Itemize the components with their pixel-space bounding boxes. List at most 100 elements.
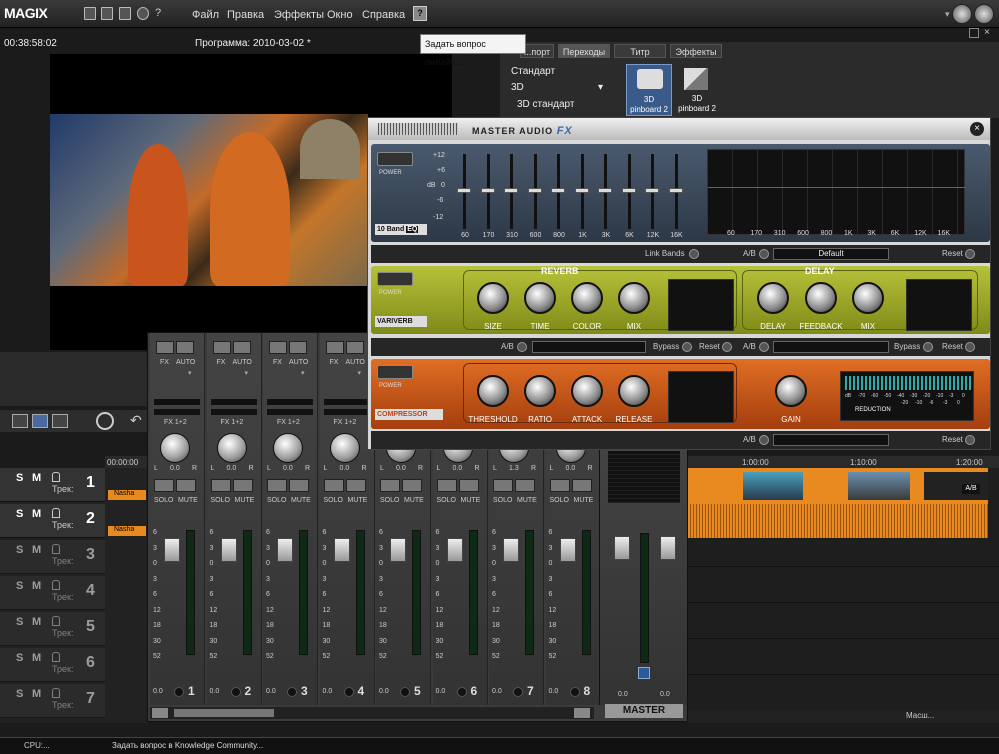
zoom-label[interactable]: Масш... bbox=[906, 711, 934, 720]
link-icon[interactable] bbox=[638, 667, 650, 679]
reset-button[interactable] bbox=[965, 342, 975, 352]
globe-icon[interactable] bbox=[952, 4, 972, 24]
track-header[interactable]: S M Трек: 5 bbox=[0, 612, 105, 646]
eq-band-slider[interactable] bbox=[621, 154, 636, 229]
track-header[interactable]: S M Трек: 3 bbox=[0, 540, 105, 574]
mute-button[interactable] bbox=[458, 479, 479, 492]
compressor-knob[interactable] bbox=[571, 375, 603, 407]
menu-window[interactable]: Окно bbox=[327, 9, 353, 21]
volume-fader[interactable] bbox=[277, 538, 293, 562]
mute-toggle[interactable]: M bbox=[32, 544, 41, 556]
lock-icon[interactable] bbox=[52, 508, 60, 518]
compressor-knob[interactable] bbox=[524, 375, 556, 407]
send-slot[interactable] bbox=[154, 399, 200, 405]
auto-slot[interactable] bbox=[289, 341, 307, 354]
send-slot[interactable] bbox=[154, 409, 200, 415]
solo-button[interactable] bbox=[267, 479, 287, 492]
compressor-knob[interactable] bbox=[618, 375, 650, 407]
record-button[interactable] bbox=[569, 687, 580, 697]
scroll-right-icon[interactable] bbox=[574, 708, 590, 718]
new-file-icon[interactable] bbox=[84, 7, 96, 20]
volume-fader[interactable] bbox=[220, 538, 237, 562]
save-icon[interactable] bbox=[119, 7, 131, 20]
solo-button[interactable] bbox=[154, 479, 174, 492]
record-button[interactable] bbox=[287, 687, 297, 697]
video-clip[interactable]: A/B bbox=[688, 468, 988, 504]
transition-tile-2[interactable]: 3D pinboard 2 bbox=[674, 64, 720, 116]
eq-band-slider[interactable] bbox=[480, 154, 495, 229]
track-header[interactable]: S M Трек: 7 bbox=[0, 684, 105, 718]
mute-toggle[interactable]: M bbox=[32, 580, 41, 592]
close-icon[interactable]: × bbox=[984, 27, 990, 38]
mixer-scrollbar[interactable] bbox=[150, 707, 594, 719]
open-file-icon[interactable] bbox=[101, 7, 113, 20]
eq-band-slider[interactable] bbox=[598, 154, 612, 229]
dropdown-icon[interactable]: ▾ bbox=[945, 9, 950, 20]
reel-icon[interactable] bbox=[96, 412, 114, 430]
delay-knob[interactable] bbox=[757, 282, 789, 314]
mute-toggle[interactable]: M bbox=[32, 616, 41, 628]
pan-knob[interactable] bbox=[329, 433, 360, 463]
clip-label[interactable]: Nasha bbox=[108, 526, 146, 536]
reset-button[interactable] bbox=[965, 435, 975, 445]
eq-slider-cap[interactable] bbox=[645, 188, 659, 193]
pan-knob[interactable] bbox=[273, 433, 303, 463]
menu-effects[interactable]: Эффекты bbox=[274, 9, 324, 21]
reverb-knob[interactable] bbox=[477, 282, 509, 314]
mute-button[interactable] bbox=[515, 479, 535, 492]
menu-help[interactable]: Справка bbox=[362, 9, 405, 21]
solo-button[interactable] bbox=[380, 479, 400, 492]
gain-knob[interactable] bbox=[775, 375, 807, 407]
undo-icon[interactable]: ↶ bbox=[130, 412, 142, 429]
record-button[interactable] bbox=[456, 687, 467, 697]
eq-slider-cap[interactable] bbox=[480, 188, 495, 193]
reset-button[interactable] bbox=[722, 342, 732, 352]
reverb-knob[interactable] bbox=[618, 282, 650, 314]
eq-band-slider[interactable] bbox=[645, 154, 659, 229]
eq-slider-cap[interactable] bbox=[457, 188, 471, 193]
mute-button[interactable] bbox=[232, 479, 253, 492]
solo-toggle[interactable]: S bbox=[16, 544, 23, 556]
mute-button[interactable] bbox=[402, 479, 422, 492]
send-slot[interactable] bbox=[210, 409, 257, 415]
transition-tile-1[interactable]: 3D pinboard 2 bbox=[626, 64, 672, 116]
fx-slot[interactable] bbox=[325, 341, 344, 354]
solo-button[interactable] bbox=[210, 479, 231, 492]
chevron-down-icon[interactable]: ▾ bbox=[245, 369, 249, 377]
mute-button[interactable] bbox=[176, 479, 196, 492]
ab-button[interactable] bbox=[759, 249, 769, 259]
delay-knob[interactable] bbox=[805, 282, 837, 314]
volume-fader[interactable] bbox=[333, 538, 350, 562]
eq-slider-cap[interactable] bbox=[574, 188, 589, 193]
solo-toggle[interactable]: S bbox=[16, 580, 23, 592]
delay-knob[interactable] bbox=[852, 282, 884, 314]
tab-effects[interactable]: Эффекты bbox=[670, 44, 722, 58]
clip-label[interactable]: Nasha bbox=[108, 490, 146, 500]
ab-button[interactable] bbox=[517, 342, 527, 352]
scene-view-icon[interactable] bbox=[52, 414, 68, 428]
mute-toggle[interactable]: M bbox=[32, 652, 41, 664]
eq-band-slider[interactable] bbox=[504, 154, 518, 229]
solo-toggle[interactable]: S bbox=[16, 472, 23, 484]
eq-band-slider[interactable] bbox=[527, 154, 542, 229]
mute-button[interactable] bbox=[571, 479, 592, 492]
pan-knob[interactable] bbox=[216, 433, 247, 463]
chevron-down-icon[interactable]: ▾ bbox=[358, 369, 362, 377]
volume-fader[interactable] bbox=[164, 538, 180, 562]
fx-slot[interactable] bbox=[269, 341, 287, 354]
volume-fader[interactable] bbox=[559, 538, 576, 562]
lock-icon[interactable] bbox=[52, 652, 60, 662]
eq-band-slider[interactable] bbox=[551, 154, 565, 229]
record-button[interactable] bbox=[513, 687, 523, 697]
timeline-scrollbar[interactable]: Масш... bbox=[688, 710, 999, 723]
eq-band-slider[interactable] bbox=[574, 154, 589, 229]
eq-slider-cap[interactable] bbox=[551, 188, 565, 193]
menu-file[interactable]: Файл bbox=[192, 9, 219, 21]
solo-toggle[interactable]: S bbox=[16, 616, 23, 628]
send-slot[interactable] bbox=[210, 399, 257, 405]
lock-icon[interactable] bbox=[52, 580, 60, 590]
record-button[interactable] bbox=[174, 687, 184, 697]
eq-slider-cap[interactable] bbox=[621, 188, 636, 193]
reverb-knob[interactable] bbox=[524, 282, 556, 314]
mute-button[interactable] bbox=[345, 479, 366, 492]
